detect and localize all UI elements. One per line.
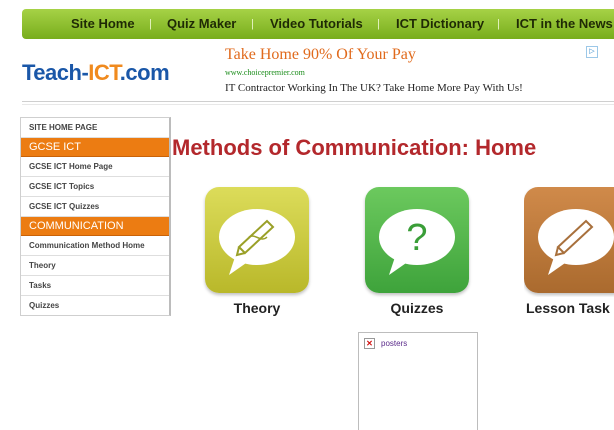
header-divider — [22, 101, 614, 105]
pencil-speech-icon — [219, 209, 295, 275]
nav-ict-in-the-news[interactable]: ICT in the News — [516, 9, 613, 39]
top-nav: Site Home | Quiz Maker | Video Tutorials… — [22, 9, 614, 39]
ad-title-link[interactable]: Take Home 90% Of Your Pay — [225, 46, 416, 64]
posters-alt-text: posters — [381, 339, 408, 348]
nav-separator: | — [497, 18, 500, 30]
quizzes-label[interactable]: Quizzes — [365, 300, 469, 316]
adchoices-icon[interactable]: ▷ — [586, 46, 598, 58]
sidebar-item-tasks[interactable]: Tasks — [21, 276, 169, 296]
nav-separator: | — [149, 18, 152, 30]
nav-site-home[interactable]: Site Home — [71, 9, 135, 39]
theory-label[interactable]: Theory — [205, 300, 309, 316]
sidebar-heading-gcse-ict: GCSE ICT — [21, 138, 169, 157]
nav-video-tutorials[interactable]: Video Tutorials — [270, 9, 363, 39]
site-logo[interactable]: Teach-ICT.com — [22, 60, 170, 86]
broken-image-icon: ✕ — [364, 338, 375, 349]
logo-text-highlight: ICT — [88, 60, 120, 85]
sidebar-item-site-home[interactable]: SITE HOME PAGE — [21, 118, 169, 138]
ad-description: IT Contractor Working In The UK? Take Ho… — [225, 82, 523, 94]
sidebar-item-communication-home[interactable]: Communication Method Home — [21, 236, 169, 256]
nav-quiz-maker[interactable]: Quiz Maker — [167, 9, 236, 39]
sidebar-item-gcse-quizzes[interactable]: GCSE ICT Quizzes — [21, 197, 169, 217]
logo-text-right: .com — [119, 60, 170, 85]
lesson-task-label-clip: Lesson Task — [524, 300, 614, 320]
lesson-task-tile-clip — [524, 187, 614, 297]
question-speech-icon: ? — [379, 209, 455, 275]
posters-image-placeholder[interactable]: ✕ posters — [358, 332, 478, 430]
lesson-task-tile[interactable] — [524, 187, 614, 293]
page-title: Methods of Communication: Home — [172, 135, 537, 160]
sidebar-heading-communication: COMMUNICATION — [21, 217, 169, 236]
sidebar-item-quizzes[interactable]: Quizzes — [21, 296, 169, 315]
sidebar-item-gcse-home[interactable]: GCSE ICT Home Page — [21, 157, 169, 177]
pencil-speech-icon — [538, 209, 614, 275]
lesson-task-label[interactable]: Lesson Task — [526, 300, 610, 316]
logo-text-left: Teach- — [22, 60, 89, 85]
sidebar-item-theory[interactable]: Theory — [21, 256, 169, 276]
quizzes-tile[interactable]: ? — [365, 187, 469, 293]
nav-separator: | — [377, 18, 380, 30]
sidebar: SITE HOME PAGE GCSE ICT GCSE ICT Home Pa… — [20, 117, 171, 316]
sidebar-item-gcse-topics[interactable]: GCSE ICT Topics — [21, 177, 169, 197]
theory-tile[interactable] — [205, 187, 309, 293]
nav-separator: | — [251, 18, 254, 30]
svg-text:?: ? — [406, 217, 427, 259]
ad-url-link[interactable]: www.choicepremier.com — [225, 68, 305, 77]
nav-ict-dictionary[interactable]: ICT Dictionary — [396, 9, 484, 39]
